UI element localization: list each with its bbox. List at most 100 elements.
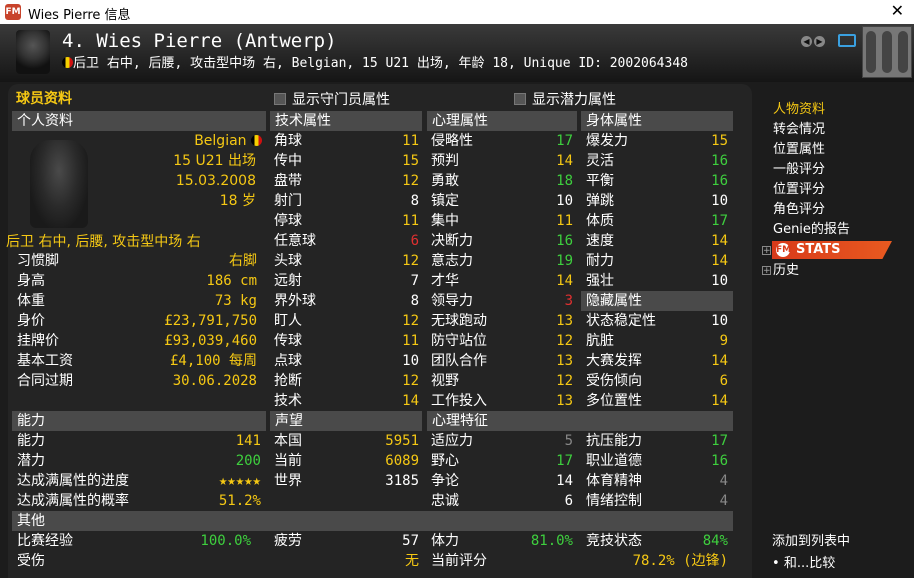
hidden-section-header: 隐藏属性 [581, 291, 733, 311]
attribute-value: 12 [556, 333, 573, 349]
hidden-row: 多位置性 14 [586, 391, 728, 411]
traits-row: 争论 14 [431, 471, 573, 491]
technical-row: 远射 7 [274, 271, 419, 291]
fatigue-row: 疲劳 57 [274, 531, 419, 551]
attribute-value: 12 [402, 253, 419, 269]
stats-logo-icon: FM [776, 243, 792, 257]
attribute-label: 停球 [274, 213, 302, 229]
hidden-row: 受伤倾向 6 [586, 371, 728, 391]
attribute-value: 10 [711, 193, 728, 209]
mental-section-header: 心理属性 [427, 111, 577, 131]
physical-section-header: 身体属性 [581, 111, 733, 131]
sidebar-item-transfer[interactable]: 转会情况 [762, 120, 914, 140]
attribute-label: 传球 [274, 333, 302, 349]
attribute-label: 传中 [274, 153, 302, 169]
camera-icon[interactable] [838, 34, 856, 47]
attribute-value: 14 [556, 273, 573, 289]
sidebar-item-profile[interactable]: 人物资料 [762, 100, 914, 120]
add-to-list-link[interactable]: 添加到列表中 [772, 531, 850, 553]
attribute-label: 达成满属性的概率 [17, 493, 129, 509]
bottom-actions: 添加到列表中 • 和...比较 [772, 531, 850, 575]
physical-row: 速度 14 [586, 231, 728, 251]
sidebar-item-positions[interactable]: 位置属性 [762, 140, 914, 160]
mental-row: 决断力 16 [431, 231, 573, 251]
traits-row: 适应力 5 [431, 431, 573, 451]
attribute-value: 10 [556, 193, 573, 209]
attribute-label: 身高 [17, 273, 45, 289]
physical-row: 爆发力 15 [586, 131, 728, 151]
belgium-flag-icon [62, 57, 73, 68]
attribute-label: 挂牌价 [17, 333, 59, 349]
panel-title: 球员资料 [16, 91, 72, 107]
attribute-label: 当前 [274, 453, 302, 469]
attribute-value: 14 [711, 353, 728, 369]
attribute-label: 争论 [431, 473, 459, 489]
personal-row: 基本工资 £4,100 每周 [17, 351, 257, 371]
mental-row: 预判 14 [431, 151, 573, 171]
compare-link[interactable]: • 和...比较 [772, 553, 850, 575]
personal-row: 挂牌价 £93,039,460 [17, 331, 257, 351]
mental-row: 视野 12 [431, 371, 573, 391]
next-player-icon[interactable]: ▶ [814, 36, 825, 47]
attribute-value: 13 [556, 313, 573, 329]
attribute-value: 3 [564, 293, 573, 309]
player-description: 后卫 右中, 后腰, 攻击型中场 右, Belgian, 15 U21 出场, … [62, 52, 688, 71]
date-of-birth: 15.03.2008 [175, 173, 256, 189]
sidebar-item-general-rating[interactable]: 一般评分 [762, 160, 914, 180]
attribute-value: 右脚 [229, 253, 257, 269]
attribute-label: 适应力 [431, 433, 473, 449]
close-icon[interactable]: ✕ [891, 1, 904, 20]
attribute-value: 13 [556, 393, 573, 409]
attribute-label: 界外球 [274, 293, 316, 309]
attribute-label: 本国 [274, 433, 302, 449]
attribute-label: 耐力 [586, 253, 614, 269]
expand-stats-icon[interactable]: + [762, 246, 771, 256]
nationality: Belgian [140, 131, 262, 151]
attribute-value: 9 [719, 333, 728, 349]
attribute-value: £4,100 每周 [169, 353, 257, 369]
ability-row: 达成满属性的进度 ★★★★★ [17, 471, 261, 491]
attribute-value: 12 [402, 313, 419, 329]
sidebar: 人物资料 转会情况 位置属性 一般评分 位置评分 角色评分 Genie的报告 [762, 100, 914, 240]
attribute-label: 抢断 [274, 373, 302, 389]
stats-button[interactable]: FM STATS [772, 241, 892, 259]
attribute-label: 灵活 [586, 153, 614, 169]
attribute-value: 16 [711, 453, 728, 469]
sidebar-item-role-rating[interactable]: 角色评分 [762, 200, 914, 220]
physical-row: 弹跳 10 [586, 191, 728, 211]
attribute-label: 合同过期 [17, 373, 73, 389]
attribute-label: 意志力 [431, 253, 473, 269]
mental-row: 防守站位 12 [431, 331, 573, 351]
attribute-label: 防守站位 [431, 333, 487, 349]
show-potential-checkbox[interactable]: 显示潜力属性 [514, 89, 616, 109]
attribute-value: 200 [235, 453, 261, 469]
attribute-value: 14 [556, 153, 573, 169]
sidebar-item-genie-report[interactable]: Genie的报告 [762, 220, 914, 240]
attribute-label: 技术 [274, 393, 302, 409]
injury-label: 受伤 [17, 553, 45, 569]
hidden-row: 状态稳定性 10 [586, 311, 728, 331]
attribute-value: 17 [556, 453, 573, 469]
sidebar-item-position-rating[interactable]: 位置评分 [762, 180, 914, 200]
show-gk-checkbox[interactable]: 显示守门员属性 [274, 89, 390, 109]
injury-row: 受伤 无 [17, 551, 419, 571]
technical-section-header: 技术属性 [270, 111, 422, 131]
ability-row: 潜力 200 [17, 451, 261, 471]
reputation-row: 本国 5951 [274, 431, 419, 451]
mental-row: 领导力 3 [431, 291, 573, 311]
prev-player-icon[interactable]: ◀ [801, 36, 812, 47]
technical-row: 任意球 6 [274, 231, 419, 251]
sidebar-item-history[interactable]: 历史 [762, 261, 799, 281]
physical-row: 耐力 14 [586, 251, 728, 271]
traits2-row: 抗压能力 17 [586, 431, 728, 451]
technical-row: 头球 12 [274, 251, 419, 271]
show-potential-label: 显示潜力属性 [532, 92, 616, 108]
attribute-value: 14 [711, 393, 728, 409]
physical-row: 灵活 16 [586, 151, 728, 171]
mental-row: 勇敢 18 [431, 171, 573, 191]
fatigue-value: 57 [402, 533, 419, 549]
attribute-value: 15 [711, 133, 728, 149]
attribute-value: 6 [719, 373, 728, 389]
mental-row: 团队合作 13 [431, 351, 573, 371]
hidden-row: 大赛发挥 14 [586, 351, 728, 371]
